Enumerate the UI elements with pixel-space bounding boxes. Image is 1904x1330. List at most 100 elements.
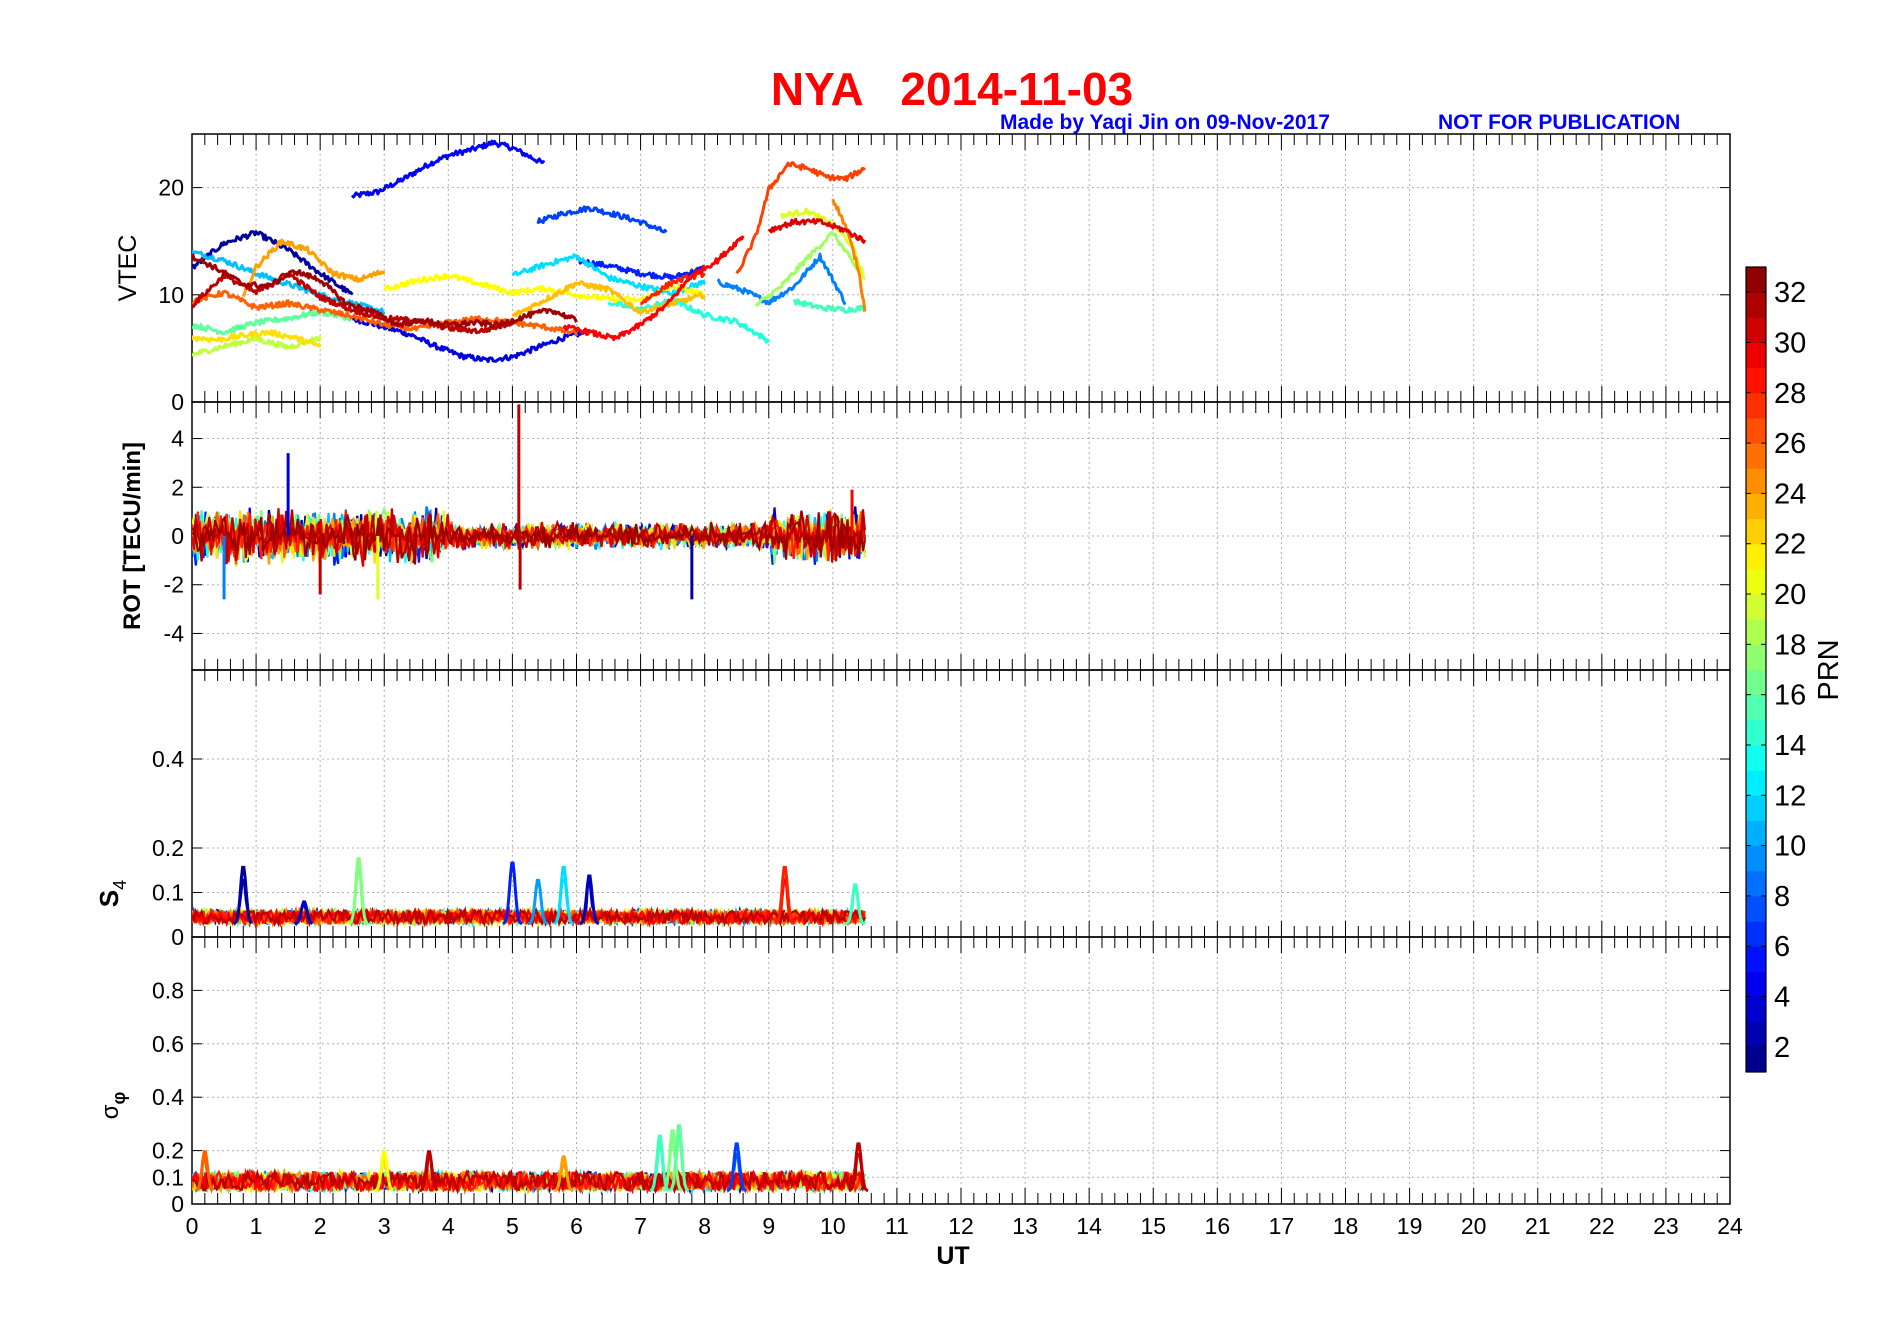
x-tick-label: 1 [250, 1213, 263, 1239]
colorbar-segment [1746, 568, 1766, 595]
colorbar-tick-label: 22 [1774, 529, 1806, 561]
x-axis: 0 1 2 3 4 5 6 7 8 9 10 11 12 13 14 15 16 17 18 19 20 21 22 23 24… [186, 1213, 1743, 1270]
chart-svg: 01020VTEC -4-2024ROT [TECU/min] 00.10.20… [94, 133, 1845, 1270]
x-tick-label: 4 [442, 1213, 455, 1239]
y-tick-label: 0 [171, 924, 184, 950]
colorbar-segment [1746, 443, 1766, 469]
x-tick-label: 0 [186, 1213, 199, 1239]
colorbar-segment [1746, 292, 1766, 318]
colorbar-segment [1746, 619, 1766, 645]
x-tick-label: 7 [634, 1213, 647, 1239]
colorbar-segment [1746, 845, 1766, 872]
y-tick-label: 0.4 [152, 746, 184, 772]
colorbar-segment [1746, 392, 1766, 419]
vtec-series-prn-27 [735, 161, 866, 275]
sigma-label-sub: φ [109, 1092, 129, 1105]
y-tick-label: 4 [171, 426, 184, 452]
colorbar-segment [1746, 644, 1766, 670]
colorbar-tick-label: 8 [1774, 881, 1790, 913]
vtec-axis-label: VTEC [114, 235, 142, 302]
colorbar-tick-label: 20 [1774, 579, 1806, 611]
colorbar-segment [1746, 820, 1766, 847]
y-tick-label: 0 [171, 389, 184, 415]
sigma-label-main: σ [97, 1104, 124, 1119]
s4-axis-label: S4 [94, 880, 130, 907]
y-tick-label: 0.1 [152, 1164, 184, 1190]
colorbar-segment [1746, 694, 1766, 721]
x-tick-label: 13 [1012, 1213, 1038, 1239]
vtec-series-group [192, 139, 867, 364]
x-tick-label: 17 [1269, 1213, 1295, 1239]
colorbar-segment [1746, 1021, 1766, 1048]
colorbar-segment [1746, 518, 1766, 545]
vtec-series-prn-9 [716, 252, 847, 306]
x-tick-label: 18 [1333, 1213, 1359, 1239]
colorbar-segment [1746, 870, 1766, 897]
x-tick-label: 3 [378, 1213, 391, 1239]
colorbar-segment [1746, 795, 1766, 821]
colorbar-segment [1746, 342, 1766, 369]
y-tick-label: 0 [171, 523, 184, 549]
colorbar-segment [1746, 543, 1766, 570]
x-tick-label: 20 [1461, 1213, 1487, 1239]
colorbar-tick-label: 18 [1774, 629, 1806, 661]
prn-colorbar: 2468101214161820222426283032PRN [1745, 266, 1845, 1073]
y-tick-label: 0.2 [152, 835, 184, 861]
x-tick-label: 15 [1140, 1213, 1166, 1239]
x-tick-label: 6 [570, 1213, 583, 1239]
colorbar-tick-label: 24 [1774, 478, 1806, 510]
figure: NYA 2014-11-03 Made by Yaqi Jin on 09-No… [0, 0, 1904, 1330]
x-tick-label: 10 [820, 1213, 846, 1239]
colorbar-segment [1746, 367, 1766, 394]
y-tick-label: 0.2 [152, 1138, 184, 1164]
x-tick-label: 19 [1397, 1213, 1423, 1239]
x-tick-label: 23 [1653, 1213, 1679, 1239]
colorbar-segment [1746, 468, 1766, 494]
colorbar-segment [1746, 996, 1766, 1023]
x-tick-label: 8 [698, 1213, 711, 1239]
colorbar-segment [1746, 317, 1766, 343]
x-tick-label: 21 [1525, 1213, 1551, 1239]
colorbar-tick-label: 32 [1774, 277, 1806, 309]
x-tick-label: 22 [1589, 1213, 1615, 1239]
y-tick-label: 2 [171, 474, 184, 500]
x-axis-label: UT [936, 1242, 969, 1270]
x-tick-label: 12 [948, 1213, 974, 1239]
rot-series-group [192, 404, 866, 600]
colorbar-segment [1746, 493, 1766, 520]
colorbar-segment [1746, 895, 1766, 922]
colorbar-tick-label: 16 [1774, 680, 1806, 712]
colorbar-segment [1746, 921, 1766, 947]
y-tick-label: -4 [164, 620, 185, 646]
colorbar-tick-label: 30 [1774, 327, 1806, 359]
s4-series-group [192, 857, 867, 929]
s4-panel: 0 0.1 0.2 0.4 S4 [94, 669, 1731, 950]
colorbar-segment [1746, 719, 1766, 746]
y-tick-label: 10 [158, 282, 184, 308]
colorbar-tick-label: 12 [1774, 780, 1806, 812]
colorbar-segment [1746, 669, 1766, 696]
y-tick-label: 0.6 [152, 1031, 184, 1057]
vtec-series-prn-15 [792, 298, 867, 314]
colorbar-tick-label: 2 [1774, 1032, 1790, 1064]
colorbar-segment [1746, 744, 1766, 771]
colorbar-segment [1746, 417, 1766, 444]
vtec-panel: 0 10 20 VTEC [114, 133, 1731, 415]
x-tick-label: 9 [762, 1213, 775, 1239]
s4-label-sub: 4 [110, 880, 130, 890]
sigma-series-group [192, 1124, 869, 1196]
y-tick-label: 0.8 [152, 977, 184, 1003]
colorbar-label: PRN [1813, 639, 1845, 700]
colorbar-tick-label: 26 [1774, 428, 1806, 460]
colorbar-segment [1746, 971, 1766, 998]
colorbar-tick-label: 14 [1774, 730, 1806, 762]
x-tick-label: 16 [1205, 1213, 1231, 1239]
colorbar-segment [1746, 946, 1766, 972]
colorbar-segment [1746, 770, 1766, 796]
sigma-phi-panel: 00.10.2 0.4 0.6 0.8 σφ [97, 936, 1731, 1217]
s4-label-main: S [94, 890, 124, 907]
rot-panel: -4 -2 0 2 4 ROT [TECU/min] [119, 401, 1731, 671]
colorbar-tick-label: 28 [1774, 378, 1806, 410]
colorbar-segment [1746, 267, 1766, 293]
sigma-axis-label: σφ [97, 1092, 129, 1120]
